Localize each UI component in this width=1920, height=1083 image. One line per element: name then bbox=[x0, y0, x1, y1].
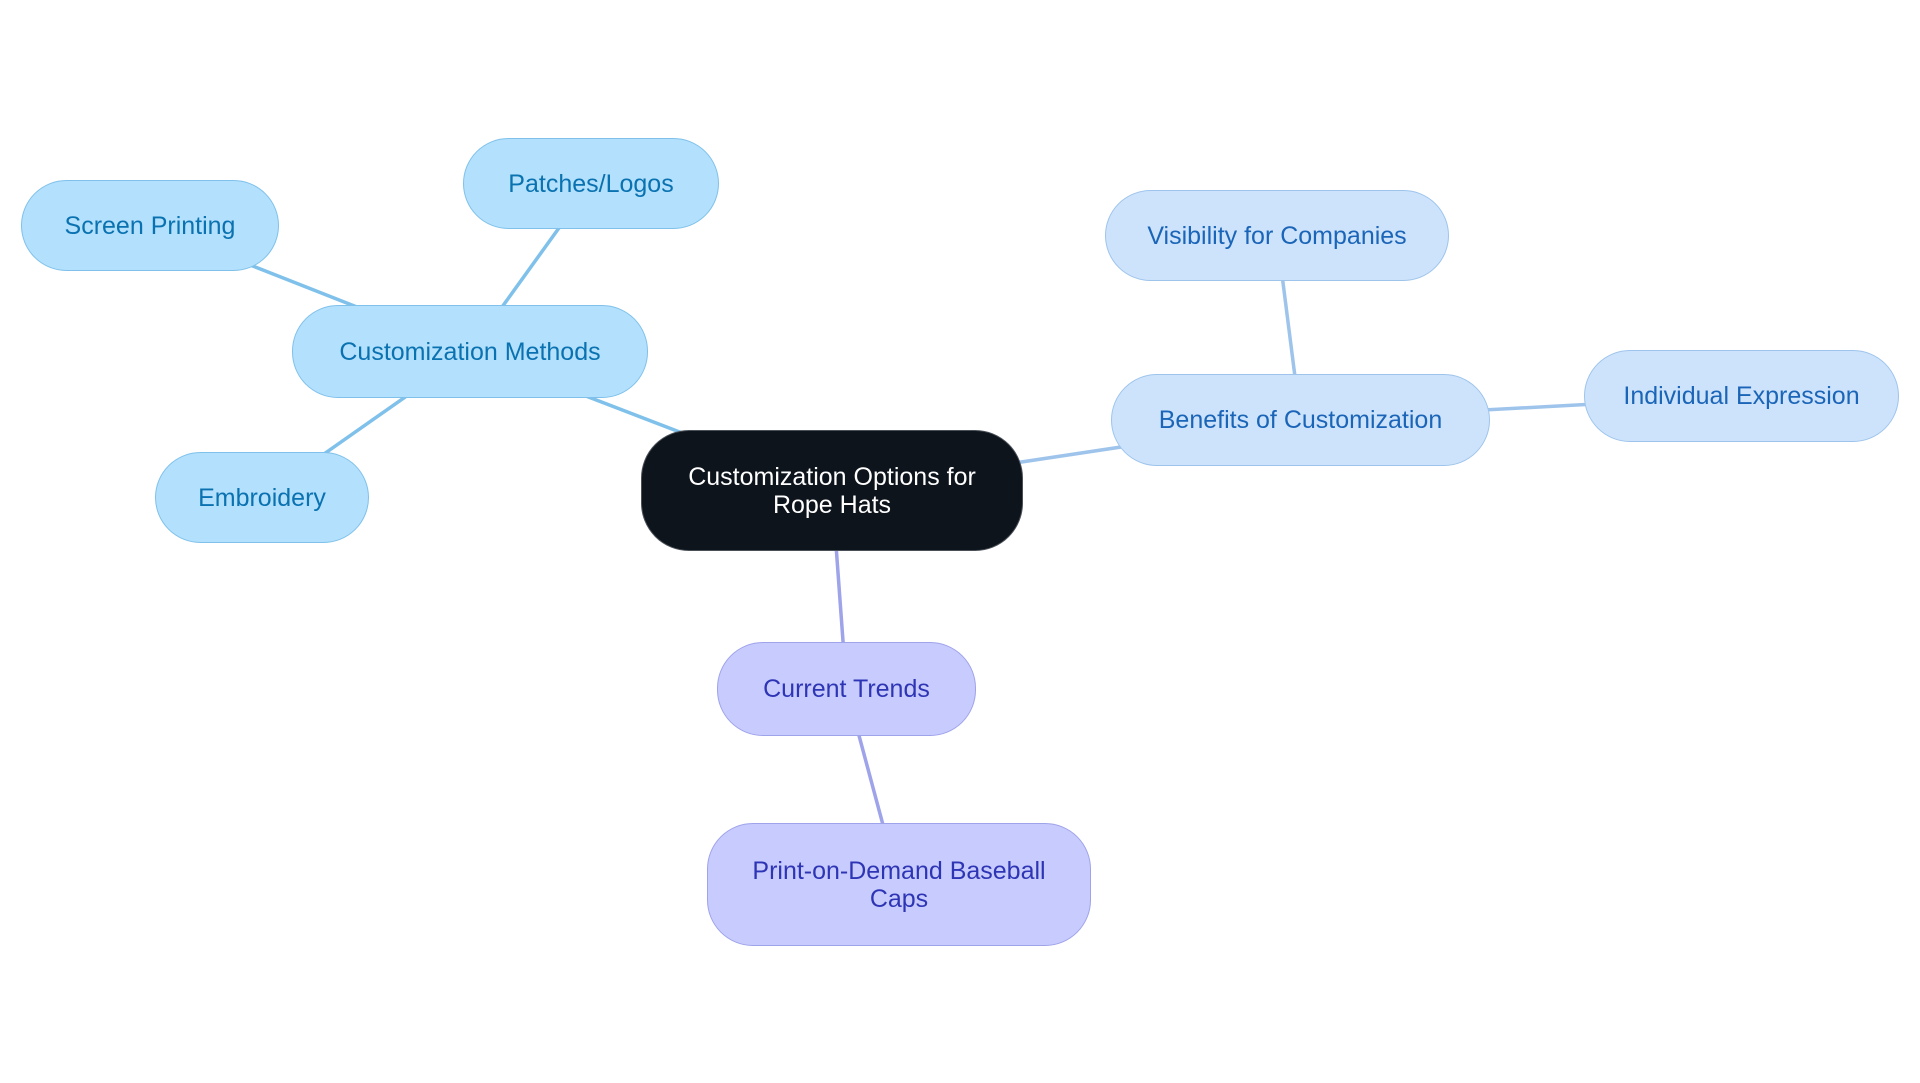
node-benefits-of-customization[interactable]: Benefits of Customization bbox=[1111, 374, 1490, 466]
node-label: Customization Methods bbox=[339, 337, 601, 366]
node-label: Visibility for Companies bbox=[1147, 221, 1407, 250]
node-label: Print-on-Demand Baseball Caps bbox=[752, 856, 1046, 913]
node-screen-printing[interactable]: Screen Printing bbox=[21, 180, 279, 271]
node-label: Benefits of Customization bbox=[1158, 406, 1443, 434]
node-print-on-demand-baseball-caps[interactable]: Print-on-Demand Baseball Caps bbox=[707, 823, 1091, 946]
root-node[interactable]: Customization Options for Rope Hats bbox=[641, 430, 1023, 551]
node-individual-expression[interactable]: Individual Expression bbox=[1584, 350, 1899, 442]
node-label: Screen Printing bbox=[64, 211, 236, 240]
root-node-label: Customization Options for Rope Hats bbox=[688, 462, 976, 519]
node-label: Individual Expression bbox=[1623, 382, 1860, 410]
node-label: Current Trends bbox=[763, 675, 930, 703]
node-customization-methods[interactable]: Customization Methods bbox=[292, 305, 648, 398]
node-label: Patches/Logos bbox=[508, 169, 674, 198]
node-embroidery[interactable]: Embroidery bbox=[155, 452, 369, 543]
node-current-trends[interactable]: Current Trends bbox=[717, 642, 976, 736]
node-visibility-for-companies[interactable]: Visibility for Companies bbox=[1105, 190, 1449, 281]
node-label: Embroidery bbox=[198, 483, 326, 512]
node-patches-logos[interactable]: Patches/Logos bbox=[463, 138, 719, 229]
